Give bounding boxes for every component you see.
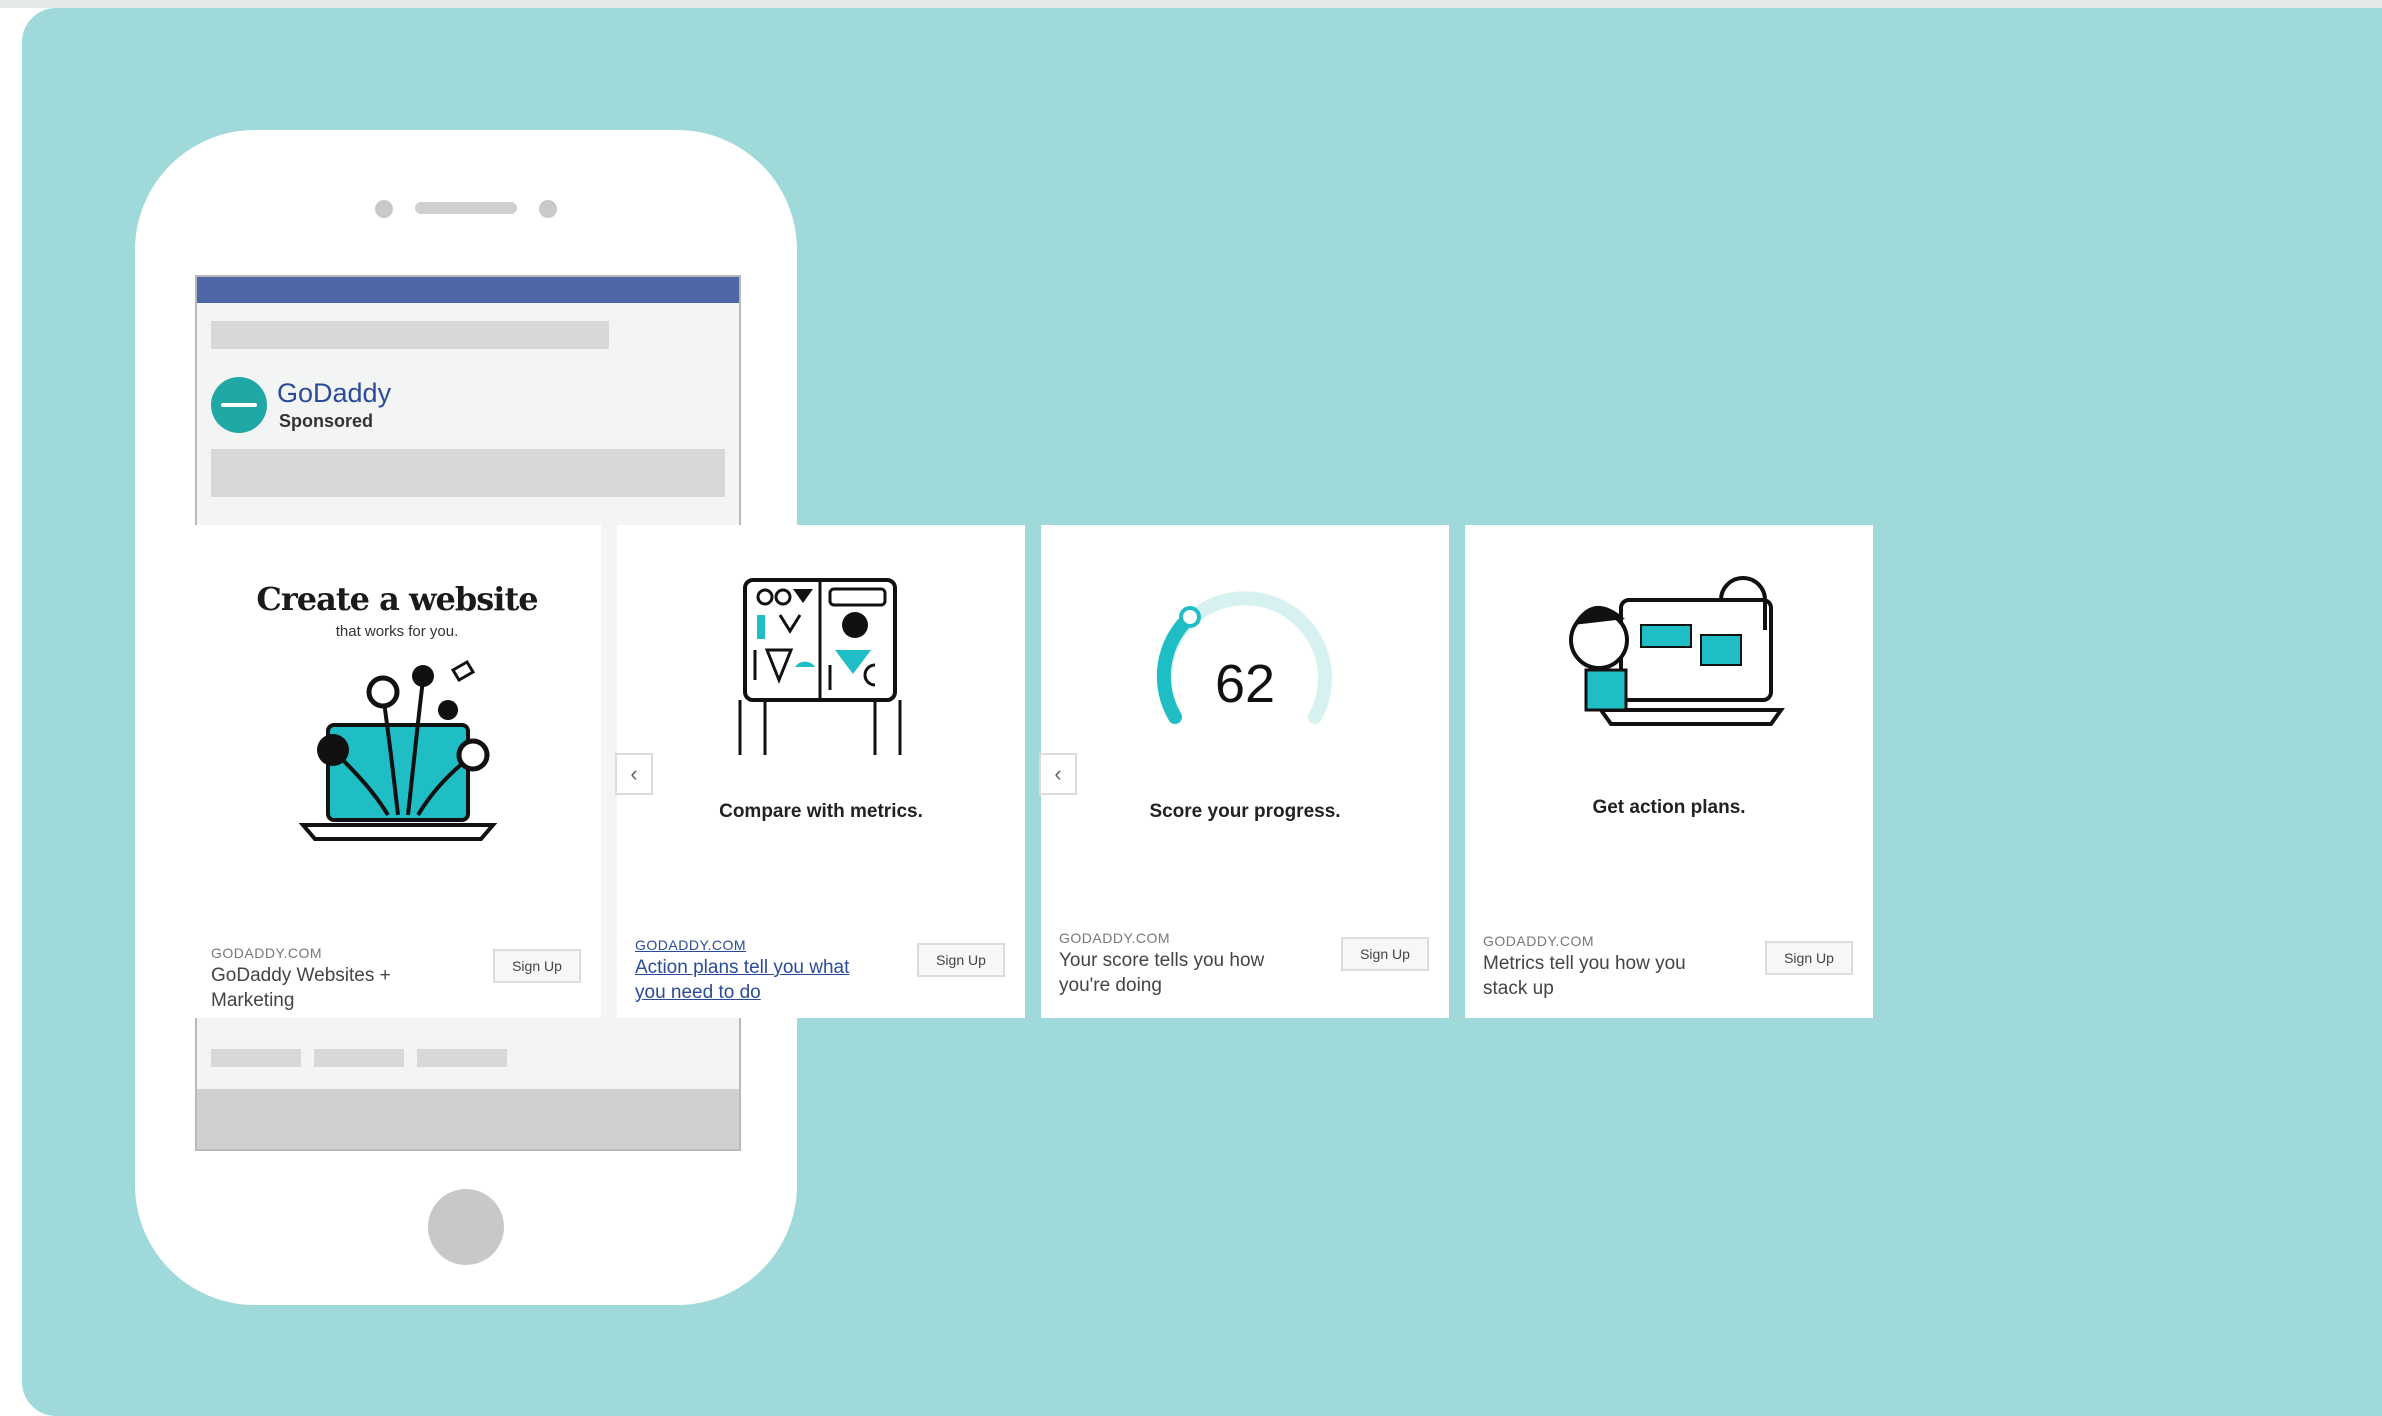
sign-up-button[interactable]: Sign Up bbox=[493, 949, 581, 983]
card-subline: that works for you. bbox=[335, 623, 459, 640]
reaction-placeholder bbox=[211, 1049, 301, 1067]
tablet-shapes-icon bbox=[738, 578, 902, 755]
reaction-placeholder bbox=[417, 1049, 507, 1067]
godaddy-avatar[interactable] bbox=[211, 377, 267, 433]
carousel-card-score-progress[interactable]: ‹ 62 Score your progress. GODADDY.COM Yo… bbox=[1039, 525, 1449, 1018]
sign-up-button[interactable]: Sign Up bbox=[1341, 937, 1429, 971]
card-domain: GODADDY.COM bbox=[1059, 930, 1171, 946]
card-caption: Score your progress. bbox=[1149, 801, 1341, 822]
advertiser-name[interactable]: GoDaddy bbox=[277, 378, 391, 409]
person-computer-icon bbox=[1569, 576, 1785, 726]
card-domain: GODADDY.COM bbox=[1483, 933, 1595, 949]
reaction-placeholder bbox=[314, 1049, 404, 1067]
card-description[interactable]: Action plans tell you what you need to d… bbox=[635, 955, 883, 1005]
carousel-card-create-website[interactable]: Create a website that works for you. GOD… bbox=[193, 525, 601, 1018]
sign-up-button[interactable]: Sign Up bbox=[917, 943, 1005, 977]
post-text-placeholder bbox=[211, 449, 725, 497]
card-domain: GODADDY.COM bbox=[211, 945, 323, 961]
card-headline: Create a website bbox=[256, 580, 538, 618]
card-description: Metrics tell you how you stack up bbox=[1483, 953, 1686, 999]
card-caption: Compare with metrics. bbox=[719, 801, 923, 822]
teal-background-panel: GoDaddy Sponsored Create a website that … bbox=[22, 8, 2382, 1416]
top-strip bbox=[0, 0, 2382, 8]
godaddy-logo-icon bbox=[221, 403, 257, 407]
phone-speaker bbox=[415, 202, 517, 214]
phone-screen-footer bbox=[197, 1089, 739, 1149]
facebook-header-bar bbox=[197, 277, 739, 303]
carousel-card-action-plans[interactable]: Get action plans. GODADDY.COM Metrics te… bbox=[1465, 525, 1873, 1018]
carousel-card-compare-metrics[interactable]: ‹ Compare with metrics. GODADDY.COM Acti… bbox=[615, 525, 1025, 1018]
card-caption: Get action plans. bbox=[1592, 797, 1746, 818]
laptop-flowers-icon bbox=[298, 659, 498, 841]
phone-sensor-dot bbox=[539, 200, 557, 218]
phone-camera-dot bbox=[375, 200, 393, 218]
carousel-prev-arrow[interactable]: ‹ bbox=[615, 753, 653, 795]
card-description: Your score tells you how you're doing bbox=[1059, 950, 1265, 996]
card-description: GoDaddy Websites + Marketing bbox=[211, 965, 391, 1011]
card-domain[interactable]: GODADDY.COM bbox=[635, 937, 746, 953]
carousel-prev-arrow[interactable]: ‹ bbox=[1039, 753, 1077, 795]
score-value: 62 bbox=[1214, 654, 1276, 714]
phone-home-button bbox=[428, 1189, 504, 1265]
sponsored-label: Sponsored bbox=[279, 411, 374, 431]
sign-up-button[interactable]: Sign Up bbox=[1765, 941, 1853, 975]
text-placeholder-bar bbox=[211, 321, 609, 349]
